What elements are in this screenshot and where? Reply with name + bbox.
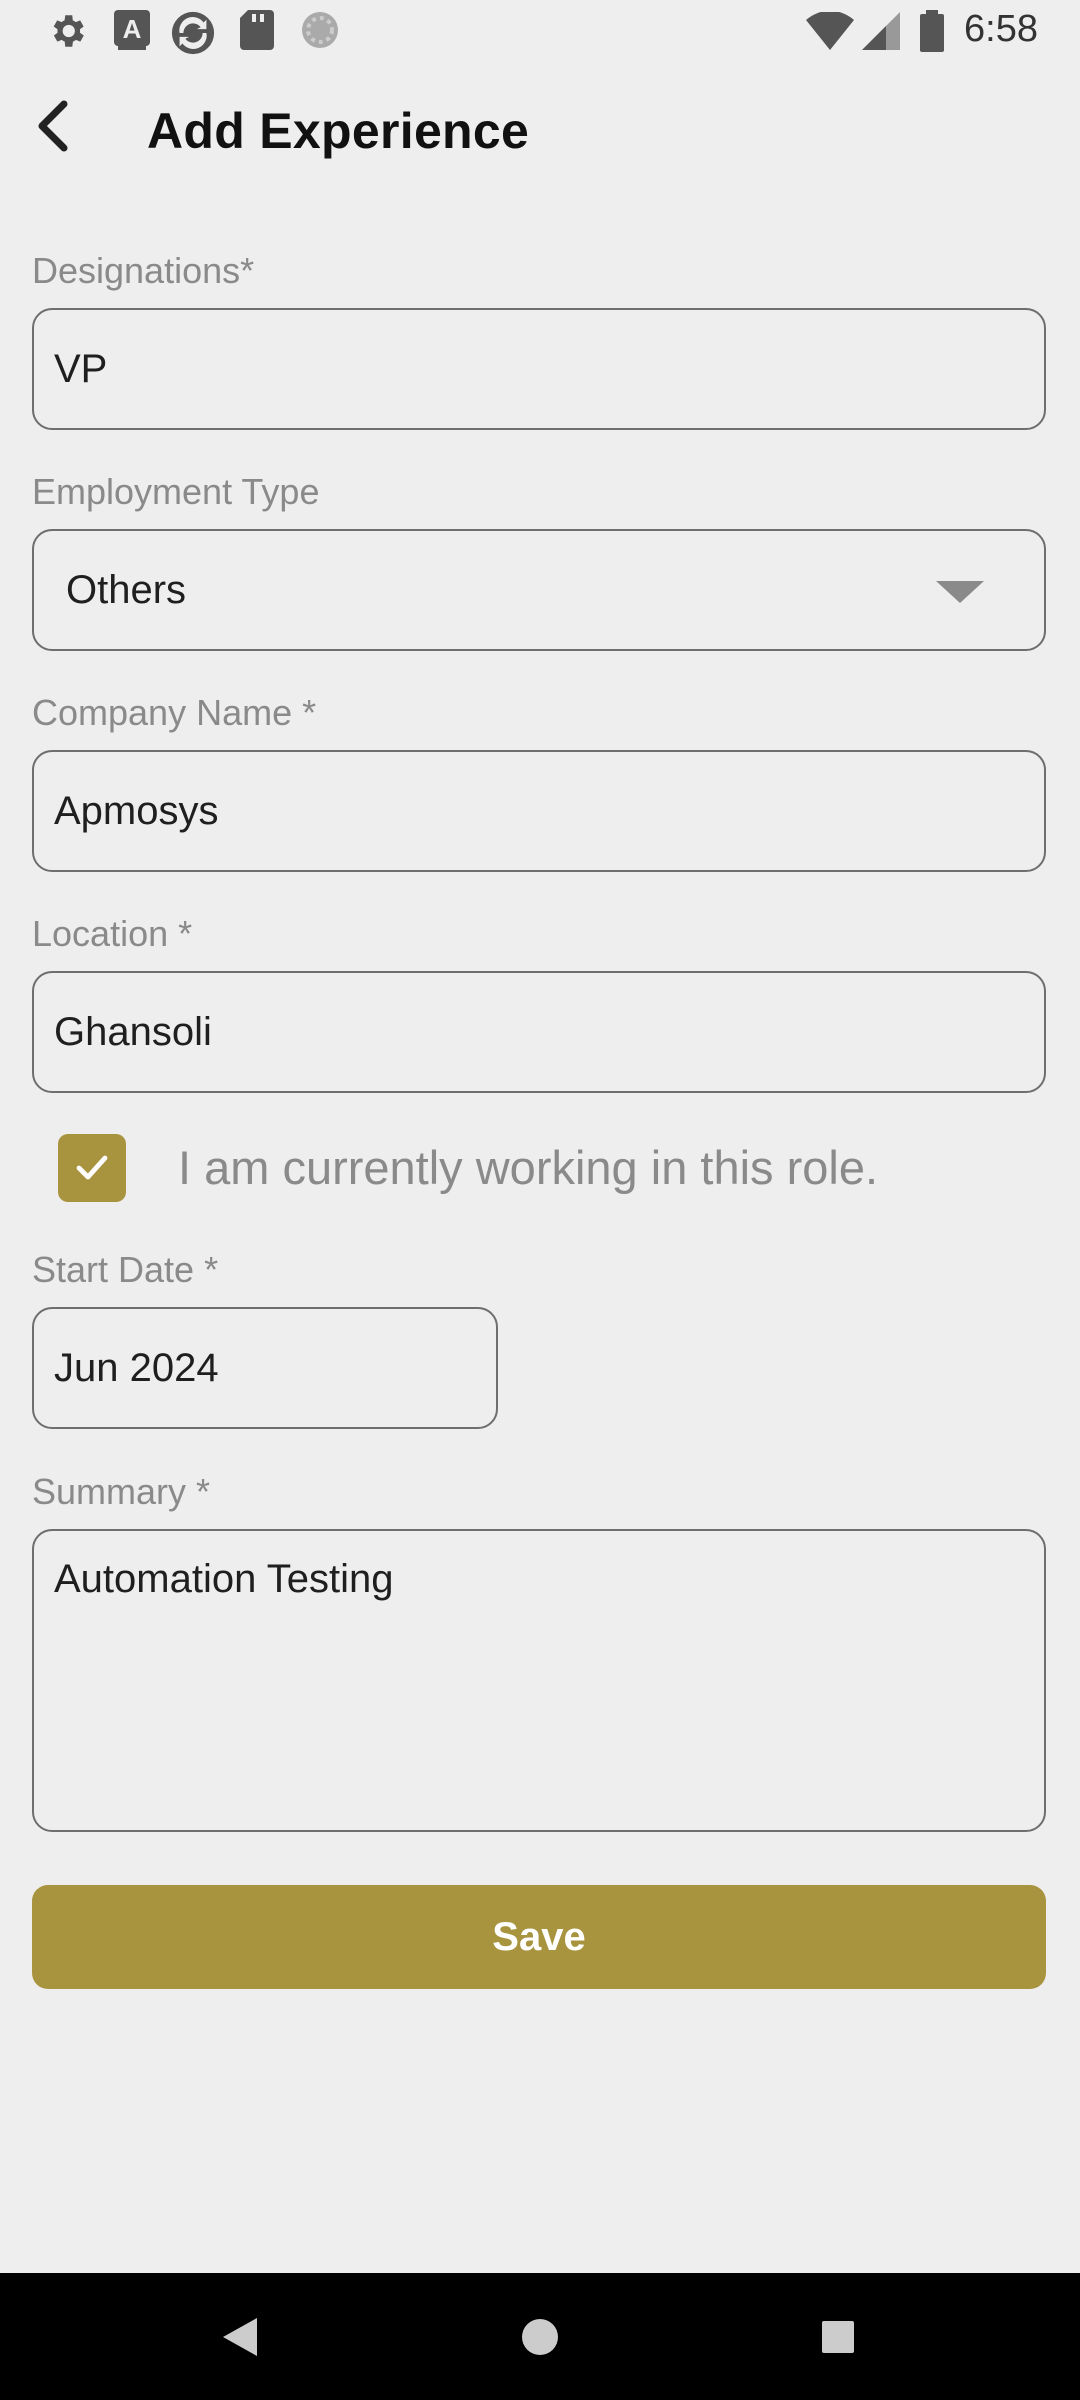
currently-working-label: I am currently working in this role. [178,1141,879,1194]
start-date-label: Start Date * [32,1249,219,1290]
location-input[interactable]: Ghansoli [32,971,1046,1093]
save-button[interactable]: Save [32,1885,1046,1989]
designation-value: VP [54,346,108,391]
company-name-input[interactable]: Apmosys [32,750,1046,872]
dropdown-arrow-icon [936,581,984,603]
location-value: Ghansoli [54,1009,212,1054]
employment-type-label: Employment Type [32,471,320,512]
svg-text:A: A [123,14,142,44]
back-button[interactable] [20,94,84,158]
nav-home-icon [522,2318,558,2355]
status-bar: A 6:58 [0,0,1080,62]
app-header: Add Experience [0,62,1080,202]
summary-textarea[interactable]: Automation Testing [32,1529,1046,1832]
wifi-icon [806,10,854,55]
summary-label: Summary * [32,1471,211,1512]
designation-input[interactable]: VP [32,308,1046,430]
loading-circle-icon [300,10,340,55]
currently-working-checkbox[interactable] [58,1134,126,1202]
company-name-label: Company Name * [32,692,317,733]
cellular-signal-icon [862,12,900,55]
nav-home-button[interactable] [480,2273,600,2400]
start-date-value: Jun 2024 [54,1345,219,1390]
nav-back-button[interactable] [180,2273,300,2400]
status-time: 6:58 [964,8,1038,50]
page-title: Add Experience [147,103,530,159]
nav-recents-icon [822,2320,854,2353]
system-nav-bar [0,2273,1080,2400]
nav-recents-button[interactable] [778,2273,898,2400]
back-arrow-icon [38,100,68,152]
sd-card-icon [240,10,274,55]
employment-type-dropdown[interactable]: Others [32,529,1046,651]
start-date-picker[interactable]: Jun 2024 [32,1307,498,1429]
sync-app-icon [170,10,216,61]
designation-label: Designations* [32,250,255,291]
battery-icon [920,10,944,57]
employment-type-value: Others [66,567,187,612]
summary-value: Automation Testing [54,1557,394,1601]
nav-back-icon [223,2317,257,2356]
settings-icon [46,10,88,57]
company-name-value: Apmosys [54,788,219,833]
location-label: Location * [32,913,193,954]
checkmark-icon [76,1155,108,1180]
font-a-icon: A [114,10,150,55]
